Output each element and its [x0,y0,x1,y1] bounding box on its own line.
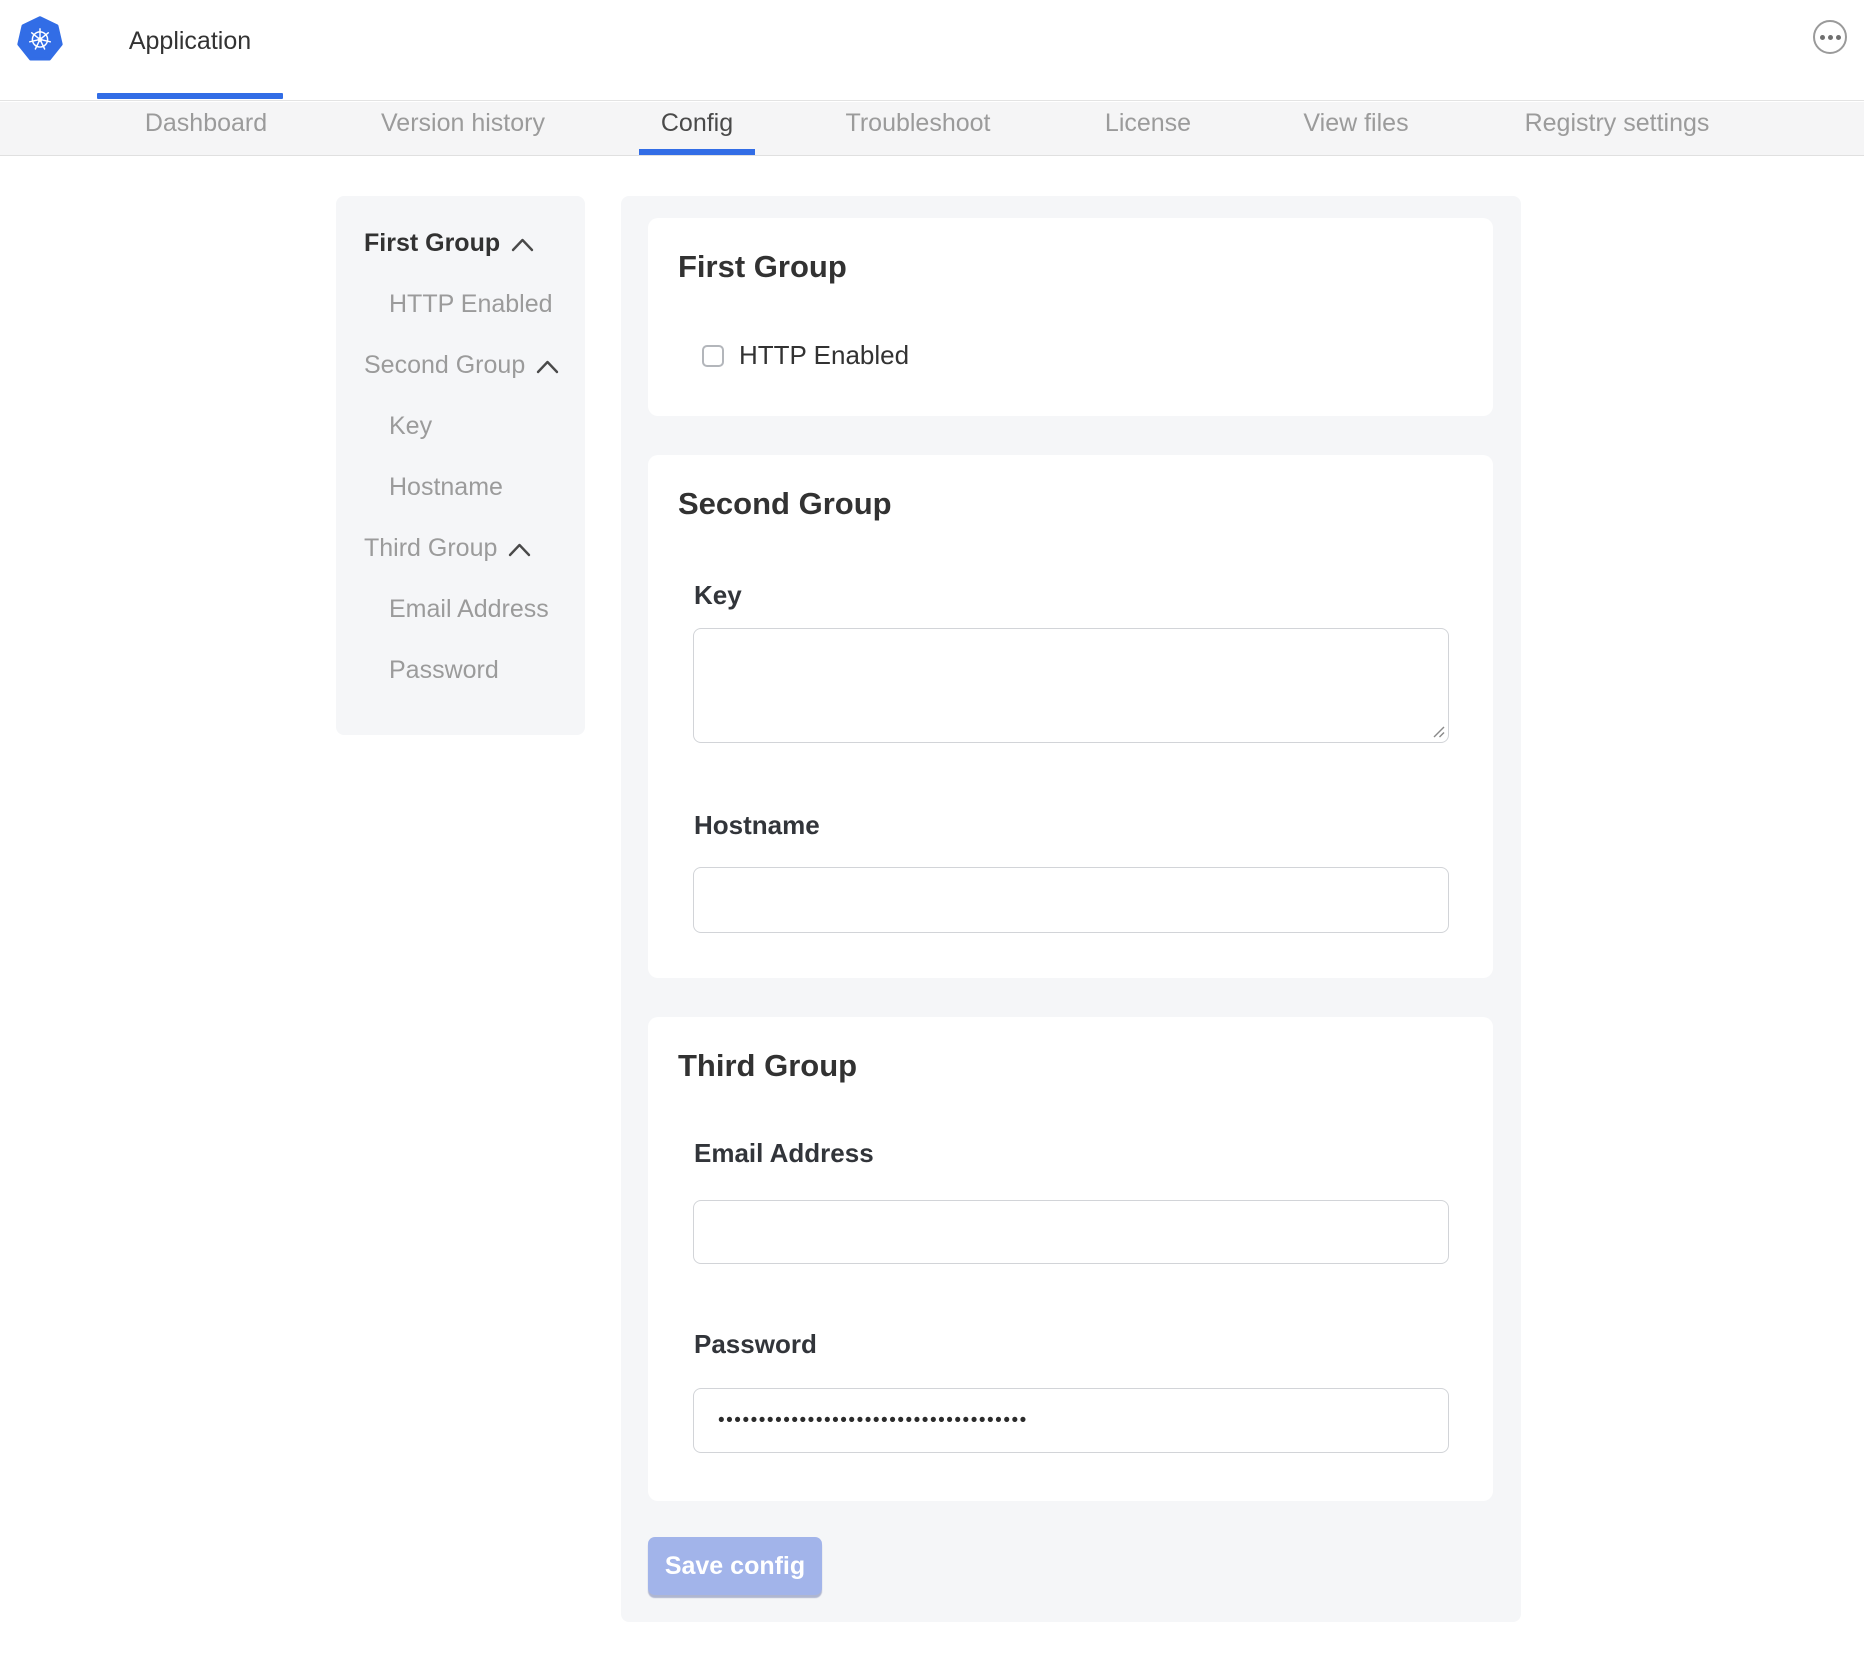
config-group-card-second: Second Group Key Hostname [648,455,1493,978]
http-enabled-checkbox[interactable] [702,345,724,367]
tab-view-files[interactable]: View files [1303,102,1408,155]
save-config-button[interactable]: Save config [648,1537,822,1595]
sidebar-item-email-address[interactable]: Email Address [336,579,585,640]
sidebar-item-key[interactable]: Key [336,396,585,457]
chevron-up-icon [511,237,534,252]
chevron-up-icon [536,359,559,374]
tab-dashboard[interactable]: Dashboard [145,102,267,155]
tab-config[interactable]: Config [661,102,733,155]
sidebar-item-hostname[interactable]: Hostname [336,457,585,518]
sidebar-group-third-group[interactable]: Third Group [336,518,585,579]
sidebar-item-password[interactable]: Password [336,640,585,701]
tab-troubleshoot[interactable]: Troubleshoot [846,102,991,155]
app-nav-tab-application[interactable]: Application [97,0,283,101]
sidebar-item-http-enabled[interactable]: HTTP Enabled [336,274,585,335]
password-label: Password [694,1330,817,1358]
hostname-input[interactable] [693,867,1449,933]
group-title-first: First Group [678,248,847,286]
config-group-card-first: First Group HTTP Enabled [648,218,1493,416]
group-title-second: Second Group [678,485,892,523]
ellipsis-icon [1820,35,1825,40]
key-label: Key [694,581,742,609]
kubernetes-logo-icon [17,16,63,62]
sidebar-group-first-group[interactable]: First Group [336,213,585,274]
key-field-wrap [693,628,1449,743]
key-textarea[interactable] [693,628,1449,743]
top-bar: Application [0,0,1864,101]
email-address-input[interactable] [693,1200,1449,1264]
group-title-third: Third Group [678,1047,857,1085]
config-sidebar: First Group HTTP Enabled Second Group Ke… [336,196,585,735]
config-panel: First Group HTTP Enabled Second Group Ke… [621,196,1521,1622]
tab-registry-settings[interactable]: Registry settings [1525,102,1710,155]
tab-version-history[interactable]: Version history [381,102,545,155]
active-app-tab-underline [97,93,283,99]
active-tab-underline [639,149,755,155]
config-group-card-third: Third Group Email Address Password [648,1017,1493,1501]
hostname-label: Hostname [694,811,820,839]
tab-license[interactable]: License [1105,102,1191,155]
http-enabled-label: HTTP Enabled [739,340,909,371]
http-enabled-checkbox-row[interactable]: HTTP Enabled [702,340,909,371]
sidebar-group-second-group[interactable]: Second Group [336,335,585,396]
chevron-up-icon [508,542,531,557]
password-input[interactable] [693,1388,1449,1453]
app-subnav: Dashboard Version history Config Trouble… [0,102,1864,156]
app-tab-label: Application [129,27,251,56]
more-menu-button[interactable] [1813,20,1847,54]
email-address-label: Email Address [694,1139,874,1167]
